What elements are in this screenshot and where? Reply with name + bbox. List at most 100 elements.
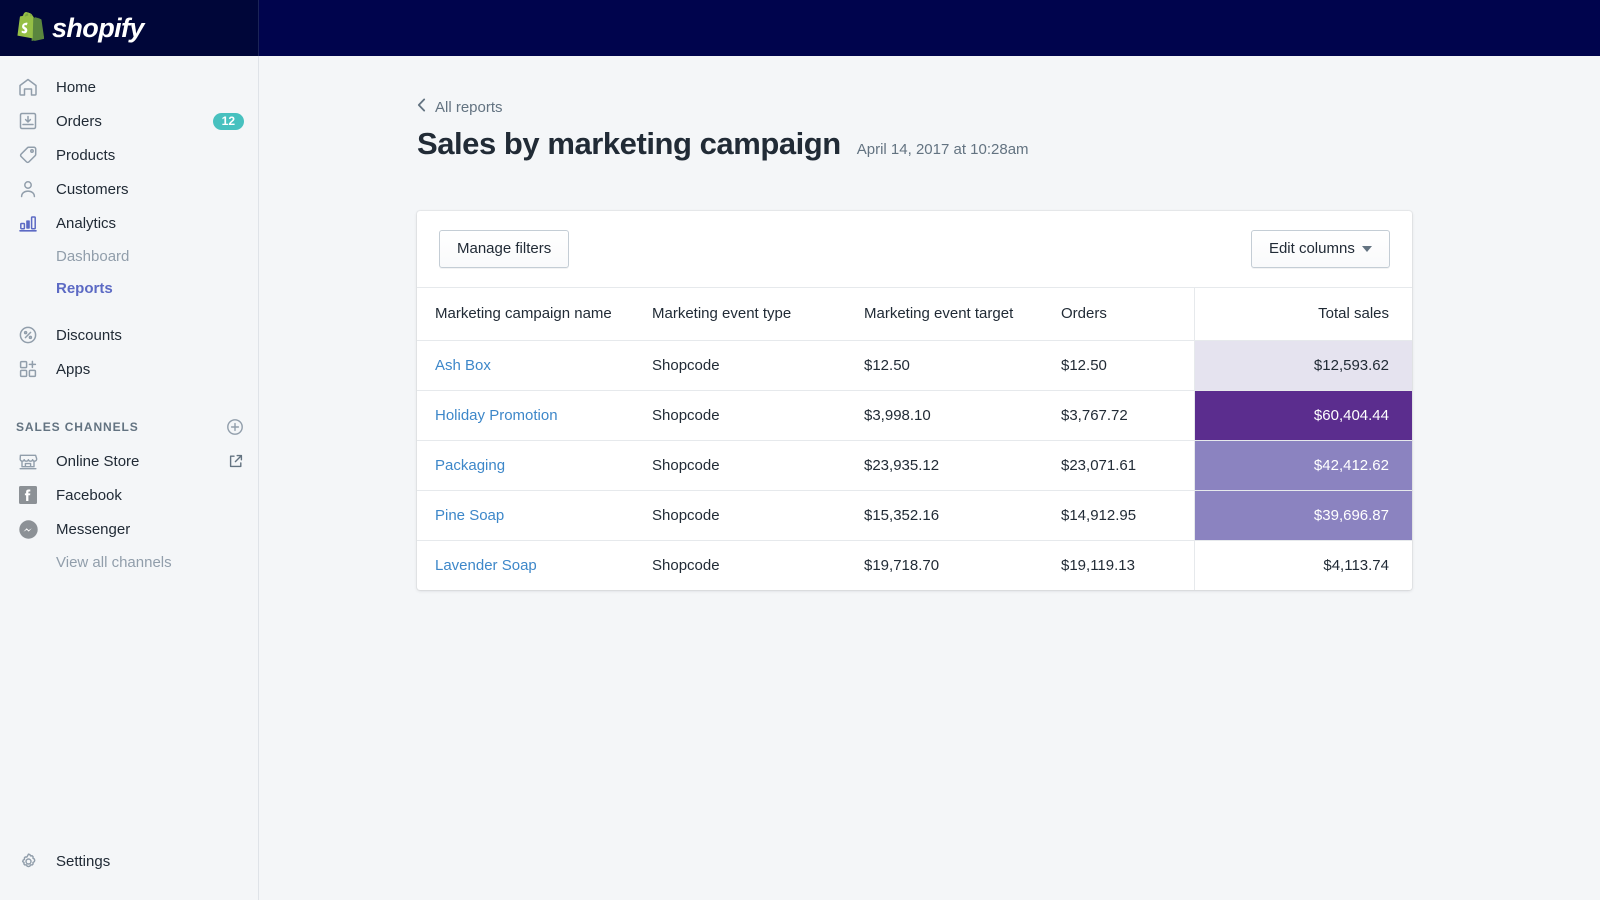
cell-event-target: $23,935.12	[864, 440, 1061, 490]
column-header-total-sales[interactable]: Total sales	[1194, 288, 1412, 340]
view-all-channels-label: View all channels	[56, 554, 172, 571]
breadcrumb-label: All reports	[435, 99, 503, 116]
sidebar-subitem-dashboard[interactable]: Dashboard	[0, 240, 258, 272]
cell-event-target: $12.50	[864, 340, 1061, 390]
campaign-link[interactable]: Holiday Promotion	[435, 407, 558, 424]
sidebar-item-analytics[interactable]: Analytics	[0, 206, 258, 240]
add-circle-icon[interactable]	[226, 418, 244, 436]
sidebar-subitem-reports[interactable]: Reports	[0, 272, 258, 304]
sidebar-item-products[interactable]: Products	[0, 138, 258, 172]
cell-total-sales: $42,412.62	[1194, 440, 1412, 490]
sidebar-item-label: Products	[56, 147, 115, 164]
cell-orders: $3,767.72	[1061, 390, 1194, 440]
toolbar-right-group: Edit columns	[1251, 230, 1390, 269]
sidebar-item-label: Discounts	[56, 327, 122, 344]
cell-event-type: Shopcode	[652, 490, 864, 540]
campaign-link[interactable]: Ash Box	[435, 357, 491, 374]
card-toolbar: Manage filters Edit columns	[417, 211, 1412, 289]
cell-event-target: $15,352.16	[864, 490, 1061, 540]
column-header-event-type[interactable]: Marketing event type	[652, 288, 864, 340]
sales-channels-header: SALES CHANNELS	[0, 410, 258, 444]
cell-event-type: Shopcode	[652, 390, 864, 440]
sidebar-item-customers[interactable]: Customers	[0, 172, 258, 206]
sidebar-item-home[interactable]: Home	[0, 70, 258, 104]
table-header-row: Marketing campaign name Marketing event …	[417, 288, 1412, 340]
report-table: Marketing campaign name Marketing event …	[417, 288, 1412, 590]
sidebar-item-orders[interactable]: Orders 12	[0, 104, 258, 138]
campaign-link[interactable]: Pine Soap	[435, 507, 504, 524]
edit-columns-label: Edit columns	[1269, 240, 1355, 257]
table-row: Packaging Shopcode $23,935.12 $23,071.61…	[417, 440, 1412, 490]
online-store-icon	[16, 449, 40, 473]
page-title: Sales by marketing campaign	[417, 126, 841, 162]
cell-event-type: Shopcode	[652, 540, 864, 590]
cell-total-sales: $39,696.87	[1194, 490, 1412, 540]
table-head: Marketing campaign name Marketing event …	[417, 288, 1412, 340]
view-all-channels-link[interactable]: View all channels	[0, 546, 258, 578]
cell-orders: $19,119.13	[1061, 540, 1194, 590]
sidebar-subitem-label: Dashboard	[56, 248, 129, 265]
sidebar-item-label: Apps	[56, 361, 90, 378]
report-card: Manage filters Edit columns Marketing ca…	[417, 211, 1412, 591]
top-bar: shopify	[0, 0, 1600, 56]
cell-orders: $12.50	[1061, 340, 1194, 390]
column-header-orders[interactable]: Orders	[1061, 288, 1194, 340]
sidebar-item-settings[interactable]: Settings	[0, 844, 259, 878]
sidebar-item-apps[interactable]: Apps	[0, 352, 258, 386]
customers-person-icon	[16, 177, 40, 201]
facebook-icon	[16, 483, 40, 507]
breadcrumb-all-reports[interactable]: All reports	[417, 98, 503, 117]
column-header-campaign-name[interactable]: Marketing campaign name	[417, 288, 652, 340]
table-body: Ash Box Shopcode $12.50 $12.50 $12,593.6…	[417, 340, 1412, 590]
cell-campaign-name: Packaging	[417, 440, 652, 490]
page-header: All reports Sales by marketing campaign …	[259, 56, 1600, 162]
main-content: All reports Sales by marketing campaign …	[259, 56, 1600, 900]
table-row: Holiday Promotion Shopcode $3,998.10 $3,…	[417, 390, 1412, 440]
products-tag-icon	[16, 143, 40, 167]
column-header-event-target[interactable]: Marketing event target	[864, 288, 1061, 340]
table-row: Lavender Soap Shopcode $19,718.70 $19,11…	[417, 540, 1412, 590]
sidebar-item-label: Customers	[56, 181, 129, 198]
cell-total-sales: $4,113.74	[1194, 540, 1412, 590]
sidebar-item-label: Home	[56, 79, 96, 96]
cell-total-sales: $12,593.62	[1194, 340, 1412, 390]
orders-count-badge: 12	[213, 113, 244, 130]
manage-filters-button[interactable]: Manage filters	[439, 230, 569, 269]
sidebar-primary-nav: Home Orders 12 Products	[0, 56, 258, 386]
sidebar-item-label: Messenger	[56, 521, 130, 538]
apps-grid-plus-icon	[16, 357, 40, 381]
report-timestamp: April 14, 2017 at 10:28am	[857, 141, 1029, 158]
discounts-percent-icon	[16, 323, 40, 347]
campaign-link[interactable]: Packaging	[435, 457, 505, 474]
sidebar-item-messenger[interactable]: Messenger	[0, 512, 258, 546]
cell-event-target: $19,718.70	[864, 540, 1061, 590]
cell-event-type: Shopcode	[652, 340, 864, 390]
sidebar-item-online-store[interactable]: Online Store	[0, 444, 258, 478]
cell-event-type: Shopcode	[652, 440, 864, 490]
chevron-down-icon	[1362, 246, 1372, 252]
campaign-link[interactable]: Lavender Soap	[435, 557, 537, 574]
shopify-logo[interactable]: shopify	[0, 0, 259, 56]
table-row: Pine Soap Shopcode $15,352.16 $14,912.95…	[417, 490, 1412, 540]
sidebar-item-facebook[interactable]: Facebook	[0, 478, 258, 512]
cell-campaign-name: Ash Box	[417, 340, 652, 390]
chevron-left-icon	[417, 98, 426, 117]
shopify-bag-logo-icon	[14, 12, 44, 45]
sidebar-item-label: Orders	[56, 113, 102, 130]
sales-channels-title: SALES CHANNELS	[16, 420, 139, 434]
edit-columns-button[interactable]: Edit columns	[1251, 230, 1390, 269]
sidebar-subitem-label: Reports	[56, 280, 113, 297]
cell-event-target: $3,998.10	[864, 390, 1061, 440]
external-link-icon[interactable]	[227, 453, 244, 470]
nav-divider-spacer	[0, 304, 258, 318]
sidebar-item-label: Settings	[56, 853, 110, 870]
sidebar-item-label: Analytics	[56, 215, 116, 232]
shopify-wordmark: shopify	[52, 15, 144, 42]
cell-total-sales: $60,404.44	[1194, 390, 1412, 440]
sidebar: Home Orders 12 Products	[0, 56, 259, 900]
cell-campaign-name: Holiday Promotion	[417, 390, 652, 440]
messenger-icon	[16, 517, 40, 541]
orders-icon	[16, 109, 40, 133]
sidebar-item-discounts[interactable]: Discounts	[0, 318, 258, 352]
home-icon	[16, 75, 40, 99]
